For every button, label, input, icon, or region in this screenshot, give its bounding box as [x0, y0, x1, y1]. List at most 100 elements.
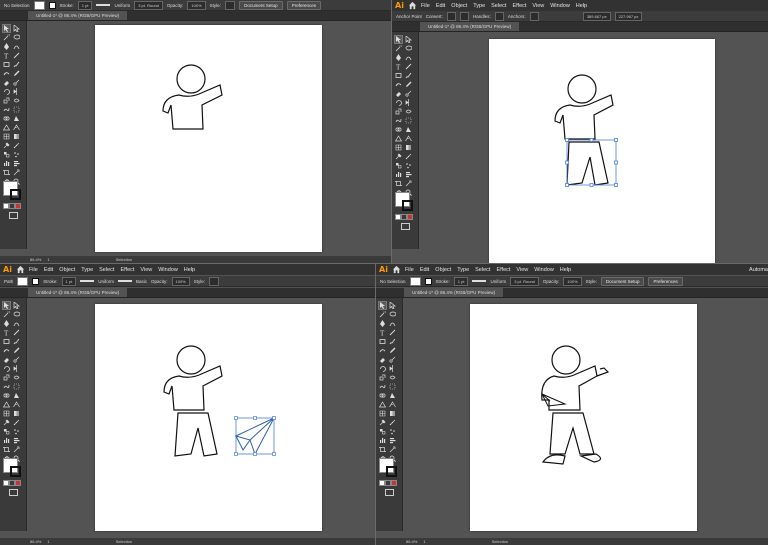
screen-mode-icon[interactable] — [401, 223, 410, 230]
pen-tool-icon[interactable] — [379, 320, 386, 327]
menu-edit[interactable]: Edit — [436, 3, 445, 9]
paintbrush-tool-icon[interactable] — [13, 338, 20, 345]
pen-tool-icon[interactable] — [3, 320, 10, 327]
type-tool-icon[interactable]: T — [3, 329, 10, 337]
slice-tool-icon[interactable] — [389, 446, 396, 453]
symbol-sprayer-tool-icon[interactable] — [405, 162, 412, 169]
profile-label[interactable]: Uniform — [114, 3, 130, 8]
curvature-tool-icon[interactable] — [13, 43, 20, 50]
live-paint-tool-icon[interactable] — [405, 126, 412, 133]
rotate-tool-icon[interactable] — [379, 365, 386, 372]
menu-effect[interactable]: Effect — [120, 267, 134, 273]
warp-tool-icon[interactable] — [379, 383, 386, 390]
warp-tool-icon[interactable] — [395, 117, 402, 124]
lasso-tool-icon[interactable] — [389, 311, 396, 318]
brush-field[interactable]: 3 pt. Round — [510, 276, 539, 286]
document-setup-button[interactable]: Document Setup — [239, 0, 283, 10]
preferences-button[interactable]: Preferences — [286, 0, 321, 10]
reflect-tool-icon[interactable] — [389, 365, 396, 372]
scissors-tool-icon[interactable] — [389, 356, 396, 363]
profile-label[interactable]: Uniform — [490, 279, 506, 284]
live-paint-tool-icon[interactable] — [13, 392, 20, 399]
brush-field[interactable]: 3 pt. Round — [134, 0, 163, 10]
curvature-tool-icon[interactable] — [389, 320, 396, 327]
menu-window[interactable]: Window — [158, 267, 178, 273]
shape-builder-tool-icon[interactable] — [3, 115, 10, 122]
direct-selection-tool-icon[interactable] — [389, 302, 396, 309]
stroke-weight-field[interactable]: 1 pt — [453, 276, 469, 286]
scale-tool-icon[interactable] — [3, 97, 10, 104]
menu-type[interactable]: Type — [457, 267, 469, 273]
scissors-tool-icon[interactable] — [405, 90, 412, 97]
eyedropper-tool-icon[interactable] — [379, 419, 386, 426]
perspective-tool-icon[interactable] — [395, 135, 402, 142]
menu-effect[interactable]: Effect — [512, 3, 526, 9]
menu-help[interactable]: Help — [184, 267, 195, 273]
rectangle-tool-icon[interactable] — [3, 338, 10, 345]
stroke-swatch[interactable] — [386, 466, 397, 477]
stroke-swatch[interactable] — [32, 277, 40, 285]
free-transform-tool-icon[interactable] — [389, 383, 396, 390]
menu-view[interactable]: View — [140, 267, 152, 273]
magic-wand-tool-icon[interactable] — [395, 45, 402, 52]
remove-anchor-button[interactable] — [529, 11, 539, 21]
warp-tool-icon[interactable] — [3, 106, 10, 113]
menu-help[interactable]: Help — [576, 3, 587, 9]
menu-effect[interactable]: Effect — [496, 267, 510, 273]
free-transform-tool-icon[interactable] — [405, 117, 412, 124]
menu-object[interactable]: Object — [59, 267, 75, 273]
bar-graph-tool-icon[interactable] — [13, 160, 20, 167]
home-icon[interactable] — [16, 265, 25, 274]
paintbrush-tool-icon[interactable] — [405, 72, 412, 79]
eraser-tool-icon[interactable] — [395, 90, 402, 97]
lasso-tool-icon[interactable] — [13, 311, 20, 318]
y-field[interactable]: 227.967 px — [614, 11, 643, 21]
handles-label[interactable]: Handles: — [473, 14, 491, 19]
menu-window[interactable]: Window — [550, 3, 570, 9]
live-paint-tool-icon[interactable] — [13, 115, 20, 122]
profile-label[interactable]: Uniform — [98, 279, 114, 284]
live-paint-tool-icon[interactable] — [389, 392, 396, 399]
pencil-tool-icon[interactable] — [13, 70, 20, 77]
eraser-tool-icon[interactable] — [3, 79, 10, 86]
rotate-tool-icon[interactable] — [3, 88, 10, 95]
rotate-tool-icon[interactable] — [3, 365, 10, 372]
width-tool-icon[interactable] — [405, 108, 412, 115]
gradient-mode-icon[interactable] — [407, 214, 413, 220]
menu-select[interactable]: Select — [475, 267, 490, 273]
opacity-field[interactable]: 100% — [187, 0, 206, 10]
opacity-field[interactable]: 100% — [563, 276, 582, 286]
rectangle-tool-icon[interactable] — [3, 61, 10, 68]
style-label[interactable]: Style: — [194, 279, 205, 284]
fill-swatch[interactable] — [33, 0, 45, 10]
pen-tool-icon[interactable] — [395, 54, 402, 61]
reflect-tool-icon[interactable] — [405, 99, 412, 106]
blend-tool-icon[interactable] — [395, 162, 402, 169]
opacity-label[interactable]: Opacity: — [167, 3, 184, 8]
convert-label[interactable]: Convert: — [426, 14, 443, 19]
menu-type[interactable]: Type — [81, 267, 93, 273]
stroke-weight-field[interactable]: 1 pt — [77, 0, 93, 10]
magic-wand-tool-icon[interactable] — [379, 311, 386, 318]
stroke-swatch[interactable] — [48, 1, 56, 9]
width-tool-icon[interactable] — [13, 374, 20, 381]
paintbrush-tool-icon[interactable] — [389, 338, 396, 345]
style-field[interactable] — [224, 0, 236, 10]
stroke-swatch[interactable] — [424, 277, 432, 285]
menu-file[interactable]: File — [29, 267, 38, 273]
menu-select[interactable]: Select — [491, 3, 506, 9]
menu-select[interactable]: Select — [99, 267, 114, 273]
preferences-button[interactable]: Preferences — [648, 276, 683, 286]
mesh-tool-icon[interactable] — [395, 144, 402, 151]
opacity-label[interactable]: Opacity: — [543, 279, 560, 284]
line-tool-icon[interactable] — [405, 63, 412, 70]
measure-tool-icon[interactable] — [13, 419, 20, 426]
shape-builder-tool-icon[interactable] — [379, 392, 386, 399]
opacity-label[interactable]: Opacity: — [151, 279, 168, 284]
menu-object[interactable]: Object — [451, 3, 467, 9]
document-tab[interactable]: Untitled-1* @ 86.4% (RGB/GPU Preview) — [28, 11, 128, 20]
scale-tool-icon[interactable] — [3, 374, 10, 381]
line-tool-icon[interactable] — [13, 52, 20, 59]
convert-smooth-button[interactable] — [459, 11, 470, 21]
direct-selection-tool-icon[interactable] — [13, 25, 20, 32]
